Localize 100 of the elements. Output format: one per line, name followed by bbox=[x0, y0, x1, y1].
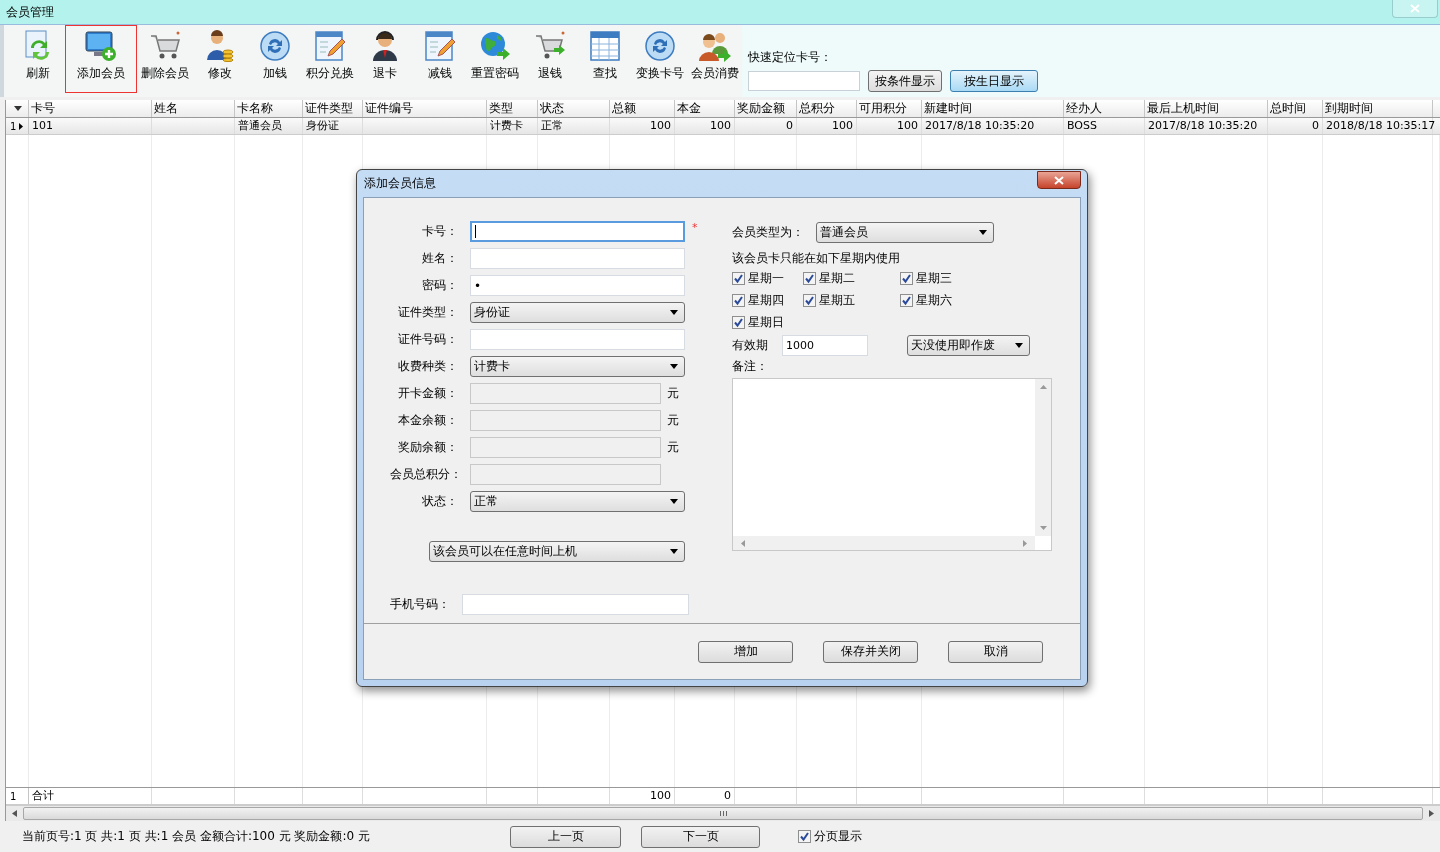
checkbox[interactable] bbox=[732, 316, 745, 329]
table-cell: 0 bbox=[735, 118, 797, 134]
column-header[interactable]: 可用积分 bbox=[857, 100, 922, 117]
dropdown[interactable]: 计费卡 bbox=[470, 356, 685, 377]
table-cell: 101 bbox=[29, 118, 152, 134]
dropdown[interactable]: 该会员可以在任意时间上机 bbox=[429, 541, 685, 562]
phone-field[interactable] bbox=[462, 594, 689, 615]
horizontal-scrollbar[interactable] bbox=[733, 536, 1035, 550]
checkbox[interactable] bbox=[803, 294, 816, 307]
table-cell: 2017/8/18 10:35:20 bbox=[922, 118, 1064, 134]
toolbar-button[interactable]: 添加会员 bbox=[65, 25, 137, 93]
field-label: 收费种类： bbox=[397, 358, 458, 375]
column-header[interactable]: 姓名 bbox=[152, 100, 235, 117]
column-header[interactable]: 奖励金额 bbox=[735, 100, 797, 117]
scroll-thumb[interactable] bbox=[23, 807, 1423, 820]
dialog-button[interactable]: 保存并关闭 bbox=[823, 640, 918, 663]
checkbox-label: 星期三 bbox=[916, 270, 952, 287]
toolbar-button[interactable]: 刷新 bbox=[10, 25, 65, 93]
checkbox[interactable] bbox=[732, 272, 745, 285]
form-pencil-icon bbox=[423, 30, 456, 62]
column-header[interactable]: 新建时间 bbox=[922, 100, 1064, 117]
checkbox[interactable] bbox=[803, 272, 816, 285]
checkbox[interactable] bbox=[900, 272, 913, 285]
checkbox[interactable] bbox=[900, 294, 913, 307]
toolbar-button[interactable]: 删除会员 bbox=[137, 25, 192, 93]
toolbar-button[interactable]: 减钱 bbox=[412, 25, 467, 93]
column-header[interactable]: 总积分 bbox=[797, 100, 857, 117]
close-button[interactable] bbox=[1037, 171, 1081, 189]
password-field[interactable]: • bbox=[470, 275, 685, 296]
current-row-icon bbox=[19, 122, 24, 130]
next-page-button[interactable]: 下一页 bbox=[641, 825, 760, 848]
toolbar-button[interactable]: 积分兑换 bbox=[302, 25, 357, 93]
column-header[interactable]: 到期时间 bbox=[1323, 100, 1433, 117]
column-header[interactable]: 证件编号 bbox=[363, 100, 487, 117]
dropdown-arrow-icon bbox=[14, 106, 22, 111]
horizontal-scrollbar[interactable] bbox=[6, 805, 1440, 821]
readonly-field[interactable] bbox=[470, 383, 661, 404]
circular-arrows-icon bbox=[258, 30, 291, 62]
scroll-down-icon bbox=[1039, 526, 1047, 530]
row-header[interactable]: 1 bbox=[6, 118, 29, 134]
readonly-field[interactable] bbox=[470, 437, 661, 458]
field-label: 状态： bbox=[421, 493, 458, 510]
dropdown[interactable]: 普通会员 bbox=[816, 222, 994, 243]
checkbox[interactable] bbox=[798, 830, 811, 843]
field-label: 证件类型： bbox=[397, 304, 458, 321]
column-header[interactable]: 总时间 bbox=[1268, 100, 1323, 117]
checkbox-label: 星期四 bbox=[748, 292, 784, 309]
scroll-right-icon bbox=[1429, 810, 1434, 817]
dropdown-arrow-icon bbox=[670, 499, 678, 504]
person-coins-icon bbox=[204, 30, 235, 62]
column-header[interactable]: 卡号 bbox=[29, 100, 152, 117]
vertical-scrollbar[interactable] bbox=[1035, 379, 1051, 536]
filter-button[interactable]: 按条件显示 bbox=[868, 70, 942, 92]
dialog-button[interactable]: 取消 bbox=[948, 640, 1043, 663]
checkbox[interactable] bbox=[732, 294, 745, 307]
dialog-button[interactable]: 增加 bbox=[698, 640, 793, 663]
total-cell: 合计 bbox=[29, 788, 152, 804]
column-header[interactable]: 总额 bbox=[610, 100, 675, 117]
readonly-field[interactable] bbox=[470, 464, 661, 485]
toolbar-button[interactable]: 变换卡号 bbox=[632, 25, 687, 93]
dropdown-arrow-icon bbox=[670, 364, 678, 369]
column-header[interactable]: 状态 bbox=[538, 100, 610, 117]
scroll-left-icon bbox=[12, 810, 17, 817]
dropdown-arrow-icon bbox=[670, 310, 678, 315]
table-icon bbox=[588, 30, 621, 62]
card-number-field[interactable] bbox=[748, 71, 860, 91]
total-cell: 100 bbox=[610, 788, 675, 804]
dropdown[interactable]: 正常 bbox=[470, 491, 685, 512]
toolbar-button[interactable]: 重置密码 bbox=[467, 25, 522, 93]
table-cell: 100 bbox=[675, 118, 735, 134]
toolbar-button[interactable]: 加钱 bbox=[247, 25, 302, 93]
dropdown[interactable]: 身份证 bbox=[470, 302, 685, 323]
column-header[interactable]: 卡名称 bbox=[235, 100, 303, 117]
globe-arrow-icon bbox=[478, 30, 511, 62]
required-mark: * bbox=[692, 220, 698, 234]
toolbar-button[interactable]: 查找 bbox=[577, 25, 632, 93]
notes-textarea[interactable] bbox=[732, 378, 1052, 551]
filter-button[interactable]: 按生日显示 bbox=[950, 70, 1038, 92]
dropdown-arrow-icon bbox=[1015, 343, 1023, 348]
column-header[interactable]: 最后上机时间 bbox=[1145, 100, 1268, 117]
dropdown[interactable]: 天没使用即作废 bbox=[907, 335, 1030, 356]
checkbox-label: 星期六 bbox=[916, 292, 952, 309]
toolbar-button[interactable]: 修改 bbox=[192, 25, 247, 93]
toolbar-button[interactable]: 退钱 bbox=[522, 25, 577, 93]
toolbar-button[interactable]: 退卡 bbox=[357, 25, 412, 93]
close-icon bbox=[1410, 4, 1420, 13]
toolbar-button[interactable]: 会员消费 bbox=[687, 25, 742, 93]
unit-label: 元 bbox=[667, 385, 679, 402]
validity-field[interactable]: 1000 bbox=[782, 335, 868, 356]
column-header[interactable]: 类型 bbox=[487, 100, 538, 117]
readonly-field[interactable] bbox=[470, 410, 661, 431]
previous-page-button[interactable]: 上一页 bbox=[510, 825, 621, 848]
checkbox-label: 星期二 bbox=[819, 270, 855, 287]
column-header[interactable]: 经办人 bbox=[1064, 100, 1145, 117]
close-icon bbox=[1054, 175, 1064, 185]
total-cell: 0 bbox=[675, 788, 735, 804]
column-header[interactable]: 本金 bbox=[675, 100, 735, 117]
field-label: 证件号码： bbox=[397, 331, 458, 348]
input-field[interactable] bbox=[470, 221, 685, 242]
column-header[interactable]: 证件类型 bbox=[303, 100, 363, 117]
